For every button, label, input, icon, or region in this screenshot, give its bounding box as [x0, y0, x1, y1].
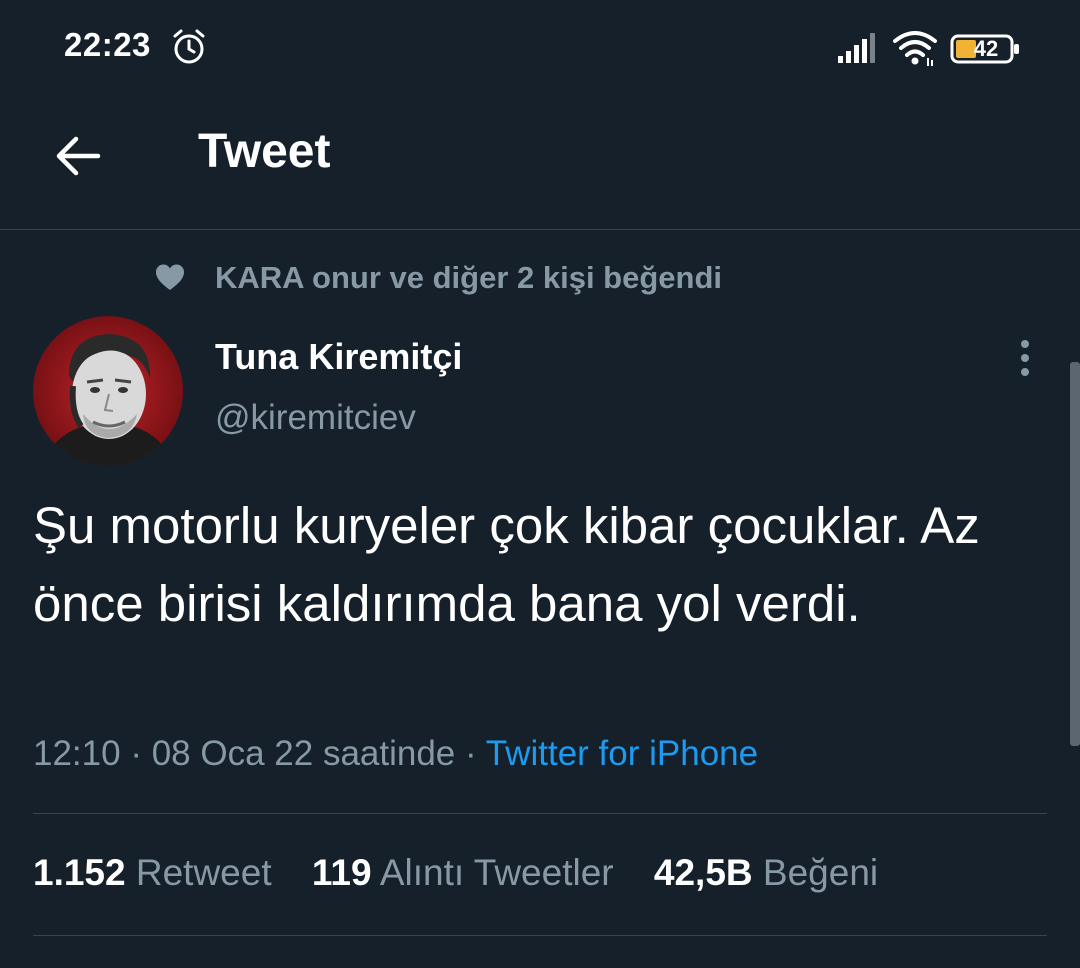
back-arrow-icon[interactable] [52, 130, 104, 182]
retweets-label: Retweet [135, 852, 272, 893]
author-name[interactable]: Tuna Kiremitçi [215, 336, 462, 378]
divider [33, 935, 1047, 936]
page-title: Tweet [198, 125, 331, 178]
social-context-text: KARA onur ve diğer 2 kişi beğendi [215, 260, 723, 295]
alarm-icon [173, 29, 205, 64]
tweet-stats: 1.152 Retweet 119 Alıntı Tweetler 42,5B … [33, 852, 908, 894]
top-app-bar: Tweet [0, 96, 1080, 230]
signal-icon [838, 33, 875, 63]
heart-icon [156, 264, 184, 290]
quotes-label: Alıntı Tweetler [379, 852, 614, 893]
divider [33, 813, 1047, 814]
battery-level: 42 [973, 36, 999, 61]
likes-label: Beğeni [762, 852, 879, 893]
meta-separator: · [130, 734, 142, 773]
likes-count: 42,5B [653, 852, 753, 893]
tweet-text: Şu motorlu kuryeler çok kibar çocuklar. … [33, 497, 980, 632]
status-time: 22:23 [64, 26, 151, 63]
more-options-icon[interactable] [1008, 338, 1042, 382]
wifi-icon [893, 31, 937, 66]
tweet-source-link[interactable]: Twitter for iPhone [486, 734, 758, 773]
retweets-stat[interactable]: 1.152 Retweet [33, 852, 272, 893]
avatar[interactable] [33, 316, 183, 466]
tweet-date: 08 Oca 22 saatinde [151, 734, 456, 773]
quotes-stat[interactable]: 119 Alıntı Tweetler [312, 852, 614, 893]
quotes-count: 119 [311, 852, 372, 893]
social-context[interactable]: KARA onur ve diğer 2 kişi beğendi [155, 258, 722, 298]
retweets-count: 1.152 [33, 852, 126, 893]
meta-separator: · [465, 734, 477, 773]
avatar-image [33, 316, 183, 466]
tweet-time: 12:10 [33, 734, 121, 773]
status-bar: 22:23 42 [0, 0, 1080, 96]
tweet-meta: 12:10 · 08 Oca 22 saatinde · Twitter for… [33, 734, 758, 774]
author-handle[interactable]: @kiremitciev [215, 398, 416, 438]
scrollbar[interactable] [1070, 362, 1080, 746]
likes-stat[interactable]: 42,5B Beğeni [654, 852, 878, 893]
